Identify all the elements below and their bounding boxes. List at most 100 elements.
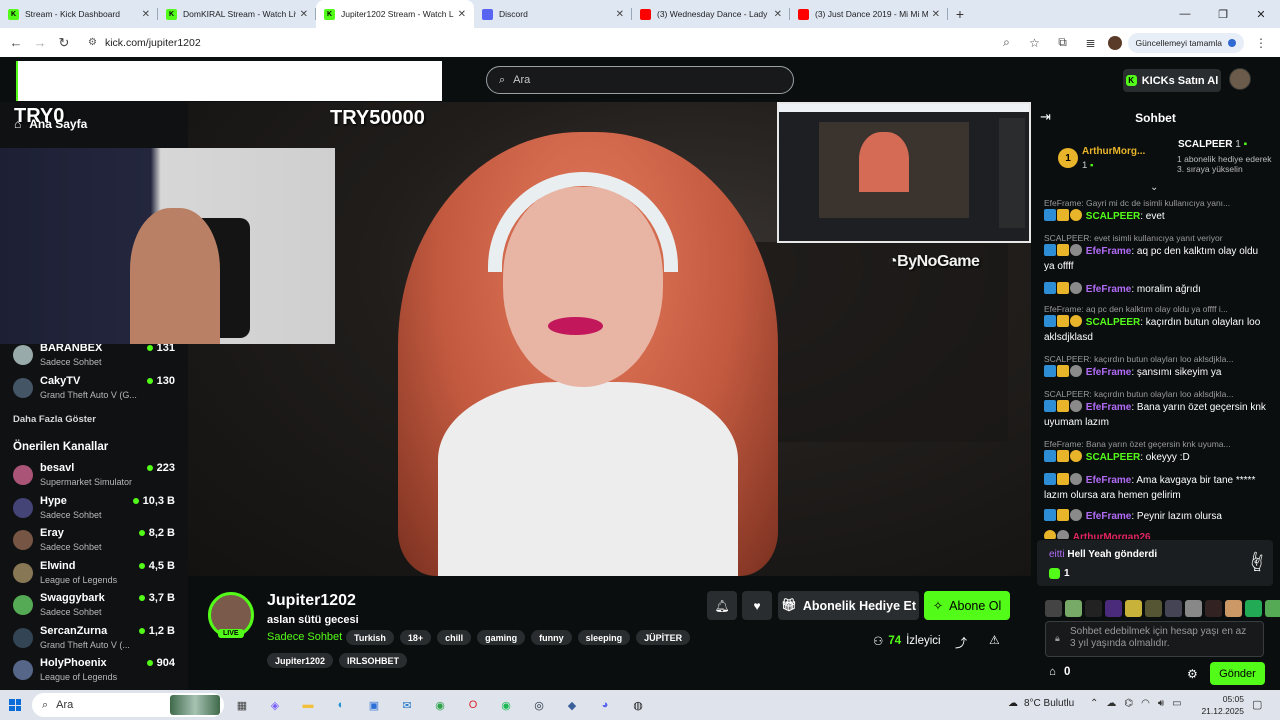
new-tab-icon[interactable]: + xyxy=(948,0,972,28)
url-field[interactable]: ⚙ kick.com/jupiter1202 xyxy=(80,31,1080,54)
steam-icon[interactable]: ◎ xyxy=(527,693,551,717)
browser-tab[interactable]: (3) Just Dance 2019 - Mi Mi Mi ✕ xyxy=(790,0,948,28)
emote[interactable] xyxy=(1225,600,1242,617)
chat-username[interactable]: EfeFrame xyxy=(1086,367,1132,378)
share-icon[interactable]: ⤴ xyxy=(955,634,967,651)
extensions-icon[interactable]: ⧉ xyxy=(1052,35,1074,50)
stream-tag[interactable]: gaming xyxy=(477,630,526,645)
copilot-icon[interactable]: ◈ xyxy=(263,693,287,717)
browser-tab[interactable]: K Jupiter1202 Stream - Watch Live ✕ xyxy=(316,0,474,28)
bookmark-star-icon[interactable]: ☆ xyxy=(1024,36,1046,50)
emote[interactable] xyxy=(1165,600,1182,617)
report-warning-icon[interactable]: ⚠ xyxy=(989,633,1000,647)
app-icon[interactable]: ◆ xyxy=(560,693,584,717)
zoom-icon[interactable]: ⌕ xyxy=(996,35,1018,50)
chat-username[interactable]: EfeFrame xyxy=(1086,402,1132,413)
gift-user[interactable]: eitti xyxy=(1049,549,1065,560)
channel-name[interactable]: Jupiter1202 xyxy=(267,592,356,610)
sidebar-channel[interactable]: Swaggybark Sadece Sohbet 3,7 B xyxy=(13,592,175,622)
chat-username[interactable]: EfeFrame xyxy=(1086,511,1132,522)
network-icon[interactable]: ⌬ xyxy=(1124,698,1133,709)
tab-close-icon[interactable]: ✕ xyxy=(616,9,624,20)
chat-username[interactable]: EfeFrame xyxy=(1086,284,1132,295)
gear-icon[interactable]: ⚙ xyxy=(1187,667,1198,681)
cloud-icon[interactable]: ☁ xyxy=(1106,698,1116,709)
user-avatar[interactable] xyxy=(1229,68,1251,90)
sidebar-channel[interactable]: BARANBEX Sadece Sohbet 131 xyxy=(13,342,175,372)
sidebar-channel[interactable]: SercanZurna Grand Theft Auto V (... 1,2 B xyxy=(13,625,175,655)
heart-icon[interactable]: ♥ xyxy=(742,591,772,620)
emote[interactable] xyxy=(1185,600,1202,617)
sidebar-channel[interactable]: HolyPhoenix League of Legends 904 xyxy=(13,657,175,687)
restore-icon[interactable]: ❐ xyxy=(1204,8,1242,21)
sidebar-channel[interactable]: CakyTV Grand Theft Auto V (G... 130 xyxy=(13,375,175,405)
tab-close-icon[interactable]: ✕ xyxy=(774,9,782,20)
emote[interactable] xyxy=(1145,600,1162,617)
back-icon[interactable]: ← xyxy=(4,35,28,50)
tab-close-icon[interactable]: ✕ xyxy=(458,9,466,20)
forward-icon[interactable]: → xyxy=(28,35,52,50)
tab-close-icon[interactable]: ✕ xyxy=(142,9,150,20)
clock[interactable]: 05:05 21.12.2025 xyxy=(1200,693,1244,717)
file-explorer-icon[interactable]: ▬ xyxy=(296,693,320,717)
browser-tab[interactable]: K DomKIRAL Stream - Watch Live ✕ xyxy=(158,0,316,28)
chat-username[interactable]: SCALPEER xyxy=(1086,452,1140,463)
bell-icon[interactable]: 🔔︎ xyxy=(707,591,737,620)
notification-icon[interactable]: ▢ xyxy=(1252,698,1262,711)
browser-tab[interactable]: (3) Wednesday Dance - Lady Ga ✕ xyxy=(632,0,790,28)
sidebar-channel[interactable]: Hype Sadece Sohbet 10,3 B xyxy=(13,495,175,525)
second-leader[interactable]: SCALPEER 1 ▪ xyxy=(1178,139,1247,150)
chat-username[interactable]: SCALPEER xyxy=(1086,317,1140,328)
stream-tag[interactable]: 18+ xyxy=(399,630,432,645)
stream-tag[interactable]: Jupiter1202 xyxy=(267,653,334,668)
gift-subscription-button[interactable]: 🎁︎ Abonelik Hediye Et xyxy=(778,591,919,620)
obs-icon[interactable]: ◍ xyxy=(626,693,650,717)
leader-name[interactable]: ArthurMorg... xyxy=(1082,146,1145,157)
stream-tag[interactable]: funny xyxy=(531,630,572,645)
chat-username[interactable]: SCALPEER xyxy=(1086,211,1140,222)
emote[interactable] xyxy=(1125,600,1142,617)
emote[interactable] xyxy=(1045,600,1062,617)
tab-close-icon[interactable]: ✕ xyxy=(932,9,940,20)
browser-tab[interactable]: Discord ✕ xyxy=(474,0,632,28)
subscribe-button[interactable]: ✧ Abone Ol xyxy=(924,591,1010,620)
kicks-balance[interactable]: ⌂ 0 xyxy=(1049,666,1070,678)
emote[interactable] xyxy=(1245,600,1262,617)
search-input[interactable]: ⌕ Ara xyxy=(486,66,794,94)
chrome-icon[interactable]: ◉ xyxy=(428,693,452,717)
windows-start-icon[interactable] xyxy=(9,699,21,711)
show-more-link[interactable]: Daha Fazla Göster xyxy=(13,414,96,425)
opera-icon[interactable]: O xyxy=(461,693,485,717)
minimize-icon[interactable]: — xyxy=(1166,8,1204,20)
stream-tag[interactable]: chill xyxy=(437,630,472,645)
emote[interactable] xyxy=(1065,600,1082,617)
emote[interactable] xyxy=(1205,600,1222,617)
tab-close-icon[interactable]: ✕ xyxy=(300,9,308,20)
chat-username[interactable]: ArthurMorgan26 xyxy=(1073,532,1151,539)
taskbar-search[interactable]: ⌕ Ara xyxy=(32,693,224,717)
task-view-icon[interactable]: ▦ xyxy=(230,693,254,717)
update-button[interactable]: Güncellemeyi tamamla xyxy=(1127,32,1244,53)
emote[interactable] xyxy=(1265,600,1280,617)
sidebar-channel[interactable]: Eray Sadece Sohbet 8,2 B xyxy=(13,527,175,557)
category-link[interactable]: Sadece Sohbet xyxy=(267,631,342,643)
emote[interactable] xyxy=(1085,600,1102,617)
buy-kicks-button[interactable]: K KICKs Satın Al xyxy=(1123,69,1221,92)
weather-widget[interactable]: ☁ 8°C Bulutlu xyxy=(1008,698,1074,709)
chat-username[interactable]: EfeFrame xyxy=(1086,475,1132,486)
expand-leaderboard-icon[interactable]: ⌄ xyxy=(1150,182,1158,193)
store-icon[interactable]: ▣ xyxy=(362,693,386,717)
edge-icon[interactable]: ◐ xyxy=(329,693,353,717)
profile-avatar[interactable] xyxy=(1107,35,1122,50)
wifi-icon[interactable]: ◠ xyxy=(1141,698,1150,709)
mail-icon[interactable]: ✉ xyxy=(395,693,419,717)
menu-dots-icon[interactable]: ⋮ xyxy=(1250,36,1272,50)
discord-icon[interactable]: ◕ xyxy=(593,693,617,717)
chat-username[interactable]: EfeFrame xyxy=(1086,246,1132,257)
site-info-icon[interactable]: ⚙ xyxy=(88,37,97,48)
spotify-icon[interactable]: ◉ xyxy=(494,693,518,717)
reading-list-icon[interactable]: ≣ xyxy=(1080,36,1102,50)
stream-tag[interactable]: sleeping xyxy=(577,630,631,645)
send-button[interactable]: Gönder xyxy=(1210,662,1265,685)
tray-chevron-icon[interactable]: ⌃ xyxy=(1090,698,1098,709)
